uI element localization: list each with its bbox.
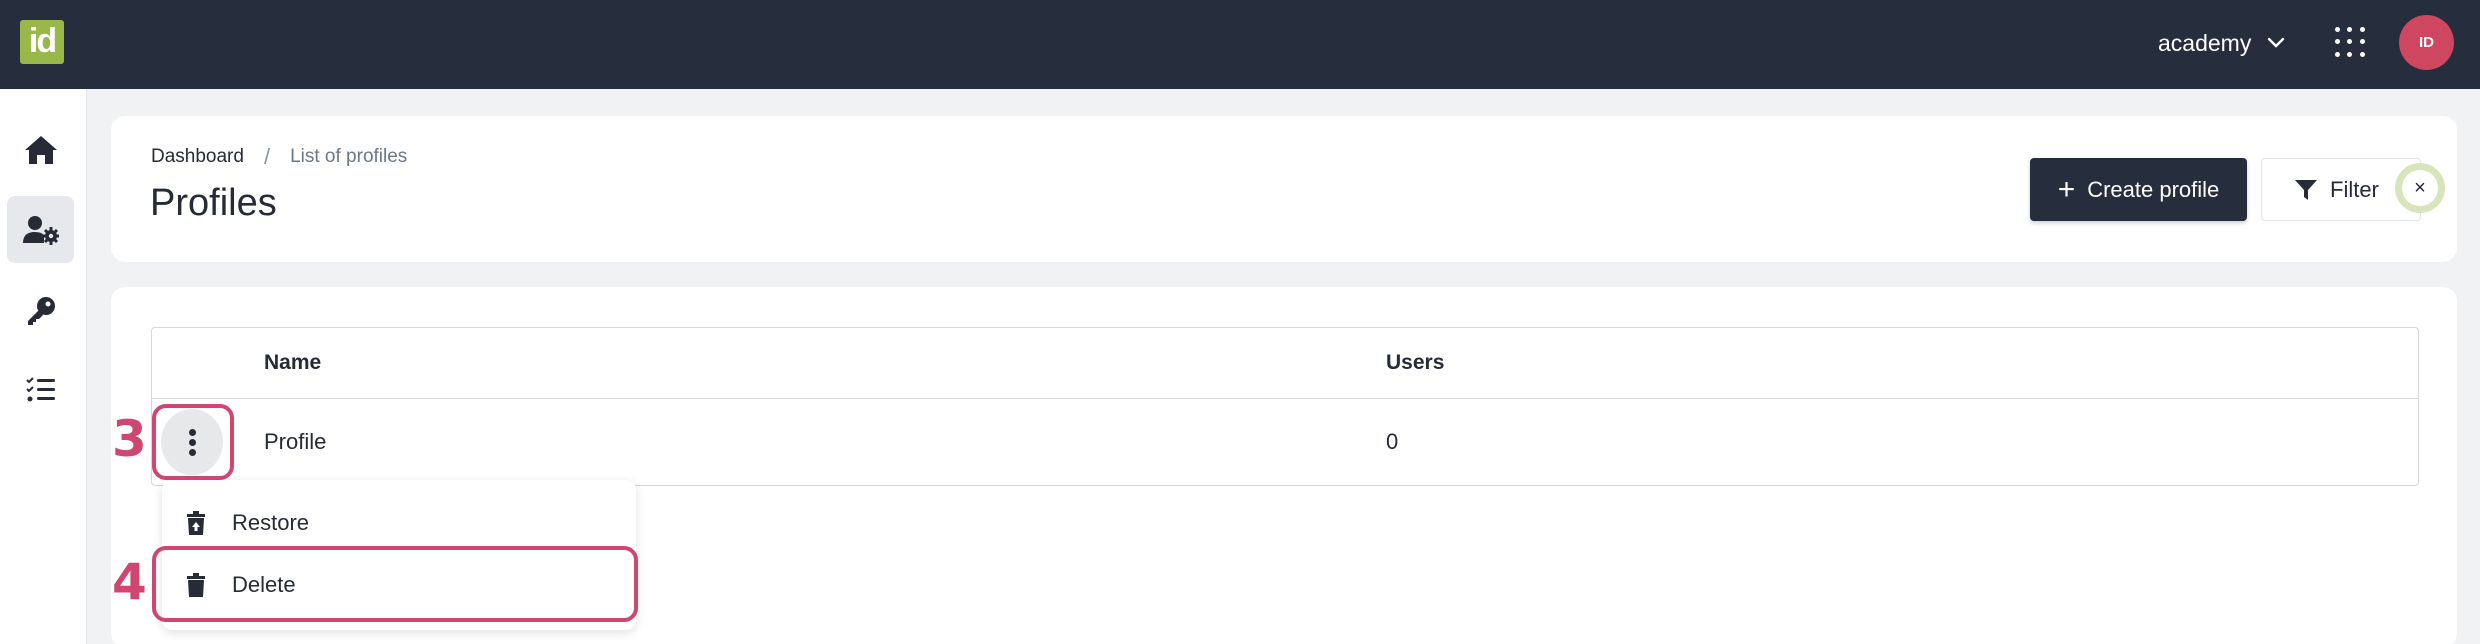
page-title: Profiles	[150, 182, 277, 224]
clear-filter-button[interactable]: ×	[2395, 163, 2445, 213]
menu-item-delete[interactable]: Delete	[162, 557, 636, 613]
cell-name: Profile	[264, 429, 327, 454]
kebab-dot	[188, 438, 196, 446]
sidebar-item-tasks[interactable]	[7, 356, 74, 423]
sidebar-item-keys[interactable]	[7, 277, 74, 344]
chevron-down-icon	[2268, 37, 2285, 48]
column-header-users[interactable]: Users	[1386, 351, 1444, 375]
filter-icon	[2295, 179, 2317, 200]
list-check-icon	[25, 376, 55, 401]
home-icon	[24, 135, 57, 164]
annotation-step-3: 3	[112, 410, 147, 468]
annotation-step-4: 4	[112, 553, 147, 611]
key-icon	[27, 296, 55, 325]
filter-label: Filter	[2330, 176, 2379, 202]
profiles-table: Name Users Profile 0	[151, 327, 2419, 486]
row-actions-menu: Restore Delete	[162, 480, 636, 630]
app-logo[interactable]: id	[20, 20, 64, 64]
breadcrumb-separator: /	[263, 144, 271, 169]
kebab-dot	[188, 428, 196, 436]
plus-icon: +	[2057, 172, 2076, 206]
breadcrumb-current: List of profiles	[290, 146, 408, 167]
breadcrumb: Dashboard / List of profiles	[151, 144, 407, 170]
menu-item-label: Delete	[232, 572, 296, 597]
trash-icon	[187, 573, 205, 597]
table-row[interactable]: Profile 0	[152, 399, 2418, 486]
breadcrumb-dashboard[interactable]: Dashboard	[151, 146, 244, 168]
sidebar-item-home[interactable]	[7, 116, 74, 183]
account-switcher[interactable]: academy	[2158, 26, 2285, 60]
cell-users: 0	[1386, 429, 1399, 454]
column-header-name[interactable]: Name	[264, 351, 321, 375]
kebab-dot	[188, 448, 196, 456]
create-profile-label: Create profile	[2087, 176, 2220, 202]
user-avatar[interactable]: ID	[2399, 15, 2454, 70]
top-bar: id academy ID	[0, 0, 2480, 89]
menu-item-restore[interactable]: Restore	[162, 495, 636, 551]
row-actions-button[interactable]	[161, 409, 223, 475]
sidebar-item-profiles[interactable]	[7, 196, 74, 263]
user-gear-icon	[22, 215, 59, 245]
create-profile-button[interactable]: + Create profile	[2030, 158, 2247, 221]
account-name: academy	[2158, 29, 2252, 56]
menu-item-label: Restore	[232, 510, 310, 535]
sidebar	[0, 89, 87, 644]
trash-restore-icon	[187, 511, 205, 535]
apps-grid-icon[interactable]	[2334, 26, 2366, 58]
table-header: Name Users	[152, 328, 2418, 399]
